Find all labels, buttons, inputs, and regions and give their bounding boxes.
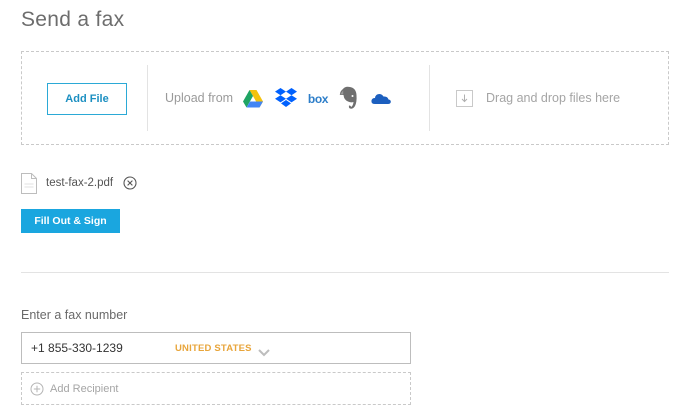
section-divider [21,272,669,273]
drag-drop-label: Drag and drop files here [486,91,621,105]
evernote-icon[interactable] [339,86,359,110]
fax-number-input[interactable] [31,333,171,363]
country-select[interactable]: UNITED STATES [175,333,270,363]
box-icon[interactable]: box [307,92,329,106]
fill-out-sign-button[interactable]: Fill Out & Sign [21,209,120,233]
attached-file: test-fax-2.pdf [21,172,137,194]
chevron-down-icon [257,344,270,357]
file-name: test-fax-2.pdf [46,177,114,189]
drop-arrow-icon [456,90,473,107]
add-file-button[interactable]: Add File [47,83,127,115]
document-icon [21,172,37,194]
country-label: UNITED STATES [175,342,252,354]
add-recipient-button[interactable]: Add Recipient [21,372,411,405]
add-recipient-label: Add Recipient [50,382,119,395]
google-drive-icon[interactable] [243,89,263,109]
fax-number-field: UNITED STATES [21,332,411,364]
page-title: Send a fax [21,8,125,31]
fax-number-label: Enter a fax number [21,308,128,322]
divider-vertical [429,65,430,131]
upload-from-label: Upload from [165,91,234,105]
upload-zone[interactable]: Add File Upload from box Drag and drop f… [21,51,669,145]
dropbox-icon[interactable] [275,88,297,108]
onedrive-icon[interactable] [371,91,391,105]
plus-circle-icon [30,382,44,396]
divider-vertical [147,65,148,131]
remove-file-icon[interactable] [123,176,137,190]
